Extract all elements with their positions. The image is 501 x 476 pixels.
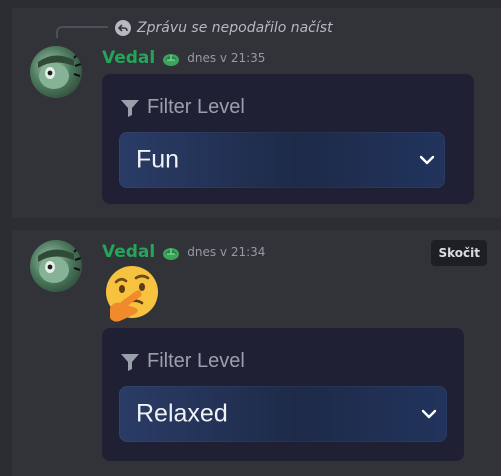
message-header: Vedal dnes v 21:35 bbox=[102, 48, 265, 68]
reply-spine bbox=[56, 26, 108, 38]
username[interactable]: Vedal bbox=[102, 242, 155, 262]
chevron-down-icon bbox=[419, 155, 435, 165]
embed-card: Filter Level Fun bbox=[102, 74, 474, 204]
avatar[interactable] bbox=[30, 240, 82, 292]
embed-title: Filter Level bbox=[119, 350, 245, 373]
funnel-icon bbox=[121, 353, 139, 371]
embed-title-text: Filter Level bbox=[147, 350, 245, 372]
reply-preview-text: Zprávu se nepodařilo načíst bbox=[137, 20, 333, 36]
select-value: Relaxed bbox=[136, 399, 228, 428]
embed-card: Filter Level Relaxed bbox=[102, 328, 464, 461]
reply-preview[interactable]: Zprávu se nepodařilo načíst bbox=[115, 20, 333, 36]
avatar[interactable] bbox=[30, 46, 82, 98]
embed-title: Filter Level bbox=[119, 96, 245, 119]
timestamp[interactable]: dnes v 21:35 bbox=[187, 51, 265, 65]
embed-title-text: Filter Level bbox=[147, 96, 245, 118]
jump-button[interactable]: Skočit bbox=[431, 240, 487, 266]
filter-level-select[interactable]: Fun bbox=[119, 132, 445, 188]
turtle-badge-icon[interactable] bbox=[161, 243, 181, 261]
message-item[interactable]: Zprávu se nepodařilo načíst Vedal dnes v… bbox=[12, 8, 501, 218]
timestamp[interactable]: dnes v 21:34 bbox=[187, 245, 265, 259]
message-item[interactable]: Vedal dnes v 21:34 Skočit Filter Level R… bbox=[12, 230, 501, 476]
thinking-face-icon bbox=[102, 264, 162, 326]
select-value: Fun bbox=[136, 145, 180, 174]
username[interactable]: Vedal bbox=[102, 48, 155, 68]
turtle-badge-icon[interactable] bbox=[161, 49, 181, 67]
filter-level-select[interactable]: Relaxed bbox=[119, 386, 447, 442]
chevron-down-icon bbox=[421, 409, 437, 419]
message-header: Vedal dnes v 21:34 bbox=[102, 242, 265, 262]
reply-arrow-icon bbox=[115, 20, 131, 36]
funnel-icon bbox=[121, 99, 139, 117]
